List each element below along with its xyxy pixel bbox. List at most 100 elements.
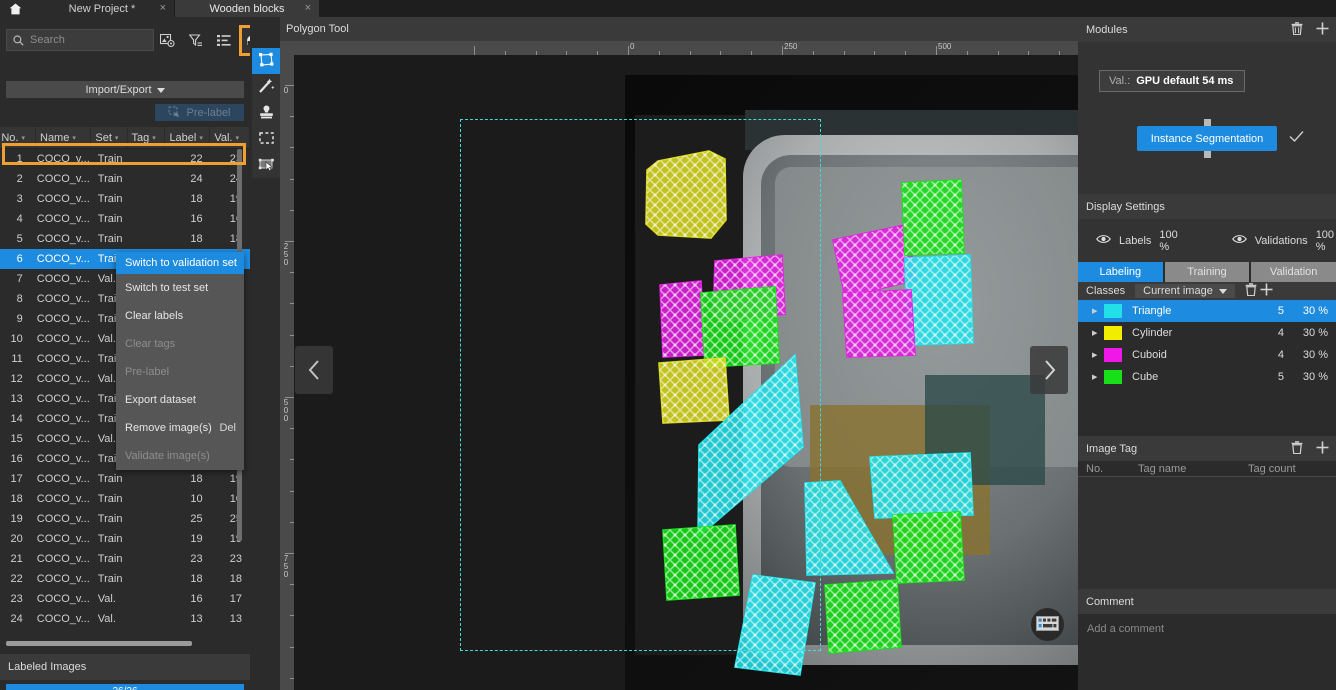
display-setting-validations[interactable]: Validations 100 % <box>1231 229 1336 253</box>
table-column-header[interactable]: Name ▾ <box>36 127 92 148</box>
check-icon[interactable] <box>1289 130 1304 147</box>
column-label: Tag <box>131 131 150 144</box>
eye-icon[interactable] <box>1096 234 1111 247</box>
module-node-instance-segmentation[interactable]: Instance Segmentation <box>1137 126 1277 151</box>
keyboard-shortcuts-button[interactable] <box>1031 608 1064 641</box>
class-name: Cuboid <box>1132 349 1167 361</box>
transform-tool-button[interactable] <box>252 152 280 178</box>
image-settings-icon[interactable] <box>158 31 177 50</box>
context-menu-item[interactable]: Switch to test set <box>116 274 244 302</box>
tab-training[interactable]: Training <box>1164 262 1250 282</box>
class-color-swatch[interactable] <box>1104 370 1122 384</box>
context-menu-item[interactable]: Remove image(s) Del <box>116 414 244 442</box>
tab-bar: New Project * × Wooden blocks × <box>0 0 1336 17</box>
selection-marquee[interactable] <box>460 119 821 651</box>
segmentation-mask[interactable] <box>904 254 974 346</box>
magic-wand-tool-button[interactable] <box>252 74 280 100</box>
class-color-swatch[interactable] <box>1104 348 1122 362</box>
expand-arrow-icon[interactable]: ▶ <box>1092 307 1104 315</box>
class-color-swatch[interactable] <box>1104 326 1122 340</box>
table-column-header[interactable]: No. ▾ <box>0 127 36 148</box>
expand-arrow-icon[interactable]: ▶ <box>1092 373 1104 381</box>
filter-icon[interactable] <box>186 31 205 50</box>
import-export-button[interactable]: Import/Export <box>6 81 244 98</box>
table-row[interactable]: 19 COCO_v... Train 25 25 <box>0 509 250 529</box>
gpu-tooltip: Val.: GPU default 54 ms <box>1099 70 1245 92</box>
marquee-select-tool-button[interactable] <box>252 126 280 152</box>
class-row[interactable]: ▶ Triangle 5 30 % <box>1078 300 1336 322</box>
context-menu-item[interactable]: Clear labels <box>116 302 244 330</box>
table-row[interactable]: 1 COCO_v... Train 22 23 <box>0 149 250 169</box>
ruler-label: 750 <box>283 554 289 579</box>
table-row[interactable]: 22 COCO_v... Train 18 18 <box>0 569 250 589</box>
display-setting-labels[interactable]: Labels 100 % <box>1096 229 1182 253</box>
table-row[interactable]: 23 COCO_v... Val. 16 17 <box>0 589 250 609</box>
labels-value[interactable]: 100 % <box>1159 229 1181 253</box>
tab-close-icon[interactable]: × <box>160 2 166 15</box>
plus-icon[interactable] <box>1260 283 1273 299</box>
segmentation-mask[interactable] <box>824 579 902 654</box>
context-menu-item[interactable]: Export dataset <box>116 386 244 414</box>
class-row[interactable]: ▶ Cube 5 30 % <box>1078 366 1336 388</box>
table-row[interactable]: 4 COCO_v... Train 16 16 <box>0 209 250 229</box>
classes-title: Classes <box>1086 285 1126 297</box>
next-image-button[interactable] <box>1030 346 1068 394</box>
sort-caret-icon[interactable]: ▾ <box>152 134 156 142</box>
sort-caret-icon[interactable]: ▾ <box>235 134 239 142</box>
expand-arrow-icon[interactable]: ▶ <box>1092 351 1104 359</box>
node-handle-top[interactable] <box>1204 119 1211 126</box>
classes-scope-dropdown[interactable]: Current image <box>1135 284 1235 298</box>
segmentation-mask[interactable] <box>892 511 965 584</box>
search-input[interactable] <box>30 34 140 46</box>
table-cell: 13 <box>10 393 23 405</box>
class-color-swatch[interactable] <box>1104 304 1122 318</box>
validations-value[interactable]: 100 % <box>1316 229 1336 253</box>
table-column-header[interactable]: Tag ▾ <box>128 127 166 148</box>
table-horizontal-scrollbar[interactable] <box>6 641 192 646</box>
table-row[interactable]: 18 COCO_v... Train 10 10 <box>0 489 250 509</box>
table-row[interactable]: 20 COCO_v... Train 19 19 <box>0 529 250 549</box>
tab-new-project[interactable]: New Project * × <box>30 0 175 17</box>
pre-label-button[interactable]: Pre-label <box>155 104 244 121</box>
table-row[interactable]: 24 COCO_v... Val. 13 13 <box>0 609 250 629</box>
polygon-tool-button[interactable] <box>252 48 280 74</box>
segmentation-mask[interactable] <box>842 289 916 358</box>
node-handle-bottom[interactable] <box>1204 151 1211 158</box>
trash-icon[interactable] <box>1291 21 1303 38</box>
expand-arrow-icon[interactable]: ▶ <box>1092 329 1104 337</box>
plus-icon[interactable] <box>1316 22 1329 38</box>
sort-caret-icon[interactable]: ▾ <box>72 134 76 142</box>
table-row[interactable]: 5 COCO_v... Train 18 18 <box>0 229 250 249</box>
previous-image-button[interactable] <box>295 346 333 394</box>
sort-caret-icon[interactable]: ▾ <box>21 134 25 142</box>
search-box[interactable] <box>6 29 154 51</box>
table-column-header[interactable]: Label ▾ <box>165 127 211 148</box>
modules-canvas[interactable]: Instance Segmentation <box>1078 42 1336 194</box>
tab-close-icon[interactable]: × <box>305 2 311 15</box>
class-row[interactable]: ▶ Cuboid 4 30 % <box>1078 344 1336 366</box>
list-view-icon[interactable] <box>214 31 233 50</box>
table-row[interactable]: 3 COCO_v... Train 18 19 <box>0 189 250 209</box>
sort-caret-icon[interactable]: ▾ <box>199 134 203 142</box>
tab-validation[interactable]: Validation <box>1251 262 1336 282</box>
tab-wooden-blocks[interactable]: Wooden blocks × <box>175 0 320 17</box>
class-row[interactable]: ▶ Cylinder 4 30 % <box>1078 322 1336 344</box>
comment-body[interactable]: Add a comment <box>1078 614 1336 684</box>
context-menu-item[interactable]: Switch to validation set <box>116 252 244 274</box>
plus-icon[interactable] <box>1316 441 1329 457</box>
image-viewport[interactable] <box>294 55 1078 690</box>
tab-labeling[interactable]: Labeling <box>1078 262 1163 282</box>
table-row[interactable]: 17 COCO_v... Train 18 19 <box>0 469 250 489</box>
trash-icon[interactable] <box>1245 283 1260 299</box>
home-button[interactable] <box>0 0 30 17</box>
sort-caret-icon[interactable]: ▾ <box>115 134 119 142</box>
stamp-tool-button[interactable] <box>252 100 280 126</box>
eye-icon[interactable] <box>1231 234 1247 247</box>
table-row[interactable]: 2 COCO_v... Train 24 24 <box>0 169 250 189</box>
table-column-header[interactable]: Val. ▾ <box>210 127 250 148</box>
table-column-header[interactable]: Set ▾ <box>91 127 128 148</box>
trash-icon[interactable] <box>1291 440 1303 457</box>
segmentation-mask[interactable] <box>901 179 965 256</box>
table-row[interactable]: 21 COCO_v... Train 23 23 <box>0 549 250 569</box>
segmentation-mask[interactable] <box>869 452 974 519</box>
